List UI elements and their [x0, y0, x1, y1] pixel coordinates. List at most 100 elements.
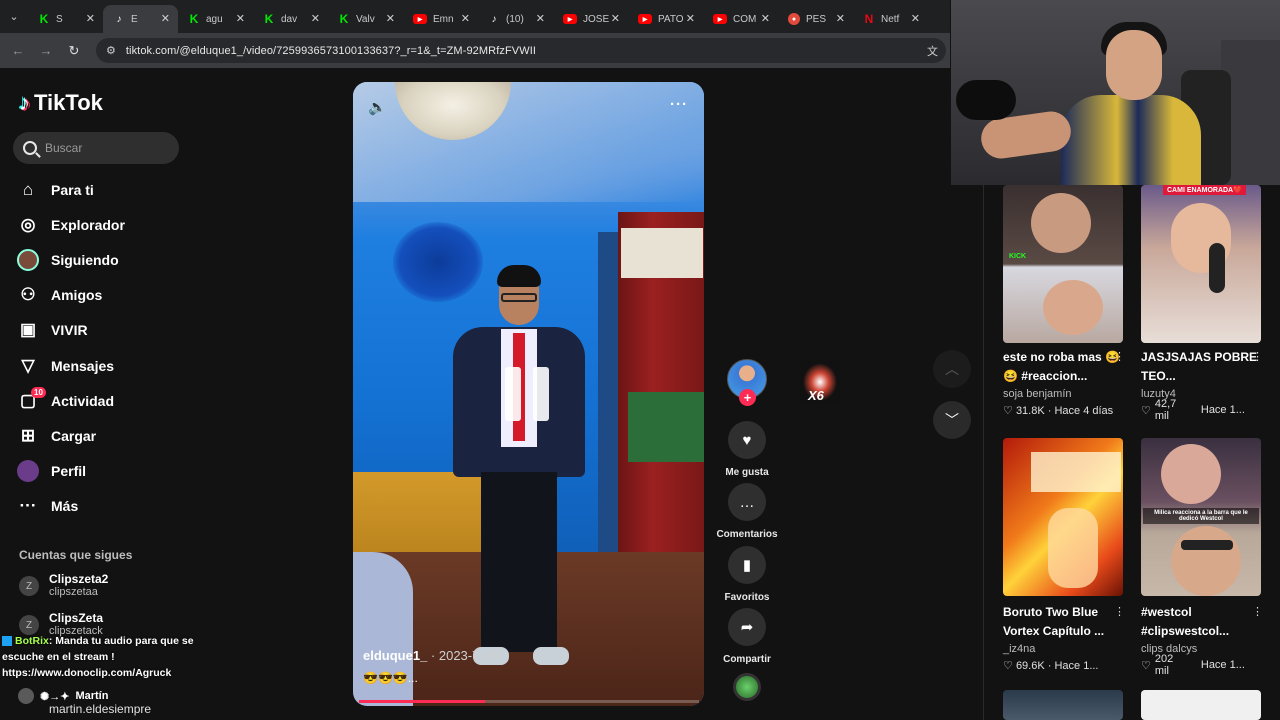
- chat-link: https://www.donoclip.com/Agruck: [2, 667, 172, 679]
- translate-icon[interactable]: 文: [927, 43, 938, 59]
- browser-tab[interactable]: N Netf ✕: [853, 5, 928, 33]
- pes-icon: ●: [788, 13, 800, 25]
- video-thumbnail[interactable]: [1141, 690, 1261, 720]
- video-thumbnail[interactable]: CAMI ENAMORADA❤️: [1141, 185, 1261, 343]
- screen: ⌄ K S ✕ ♪ E ✕ Kagu ✕ Kdav ✕ K Valv ✕ ▶ Emn ✕ ♪ (10)…: [0, 0, 1280, 720]
- youtube-icon: ▶: [713, 14, 727, 24]
- search-box[interactable]: [13, 132, 179, 164]
- close-icon[interactable]: ✕: [836, 12, 845, 25]
- browser-tab-active[interactable]: ♪ E ✕: [103, 5, 178, 33]
- close-icon[interactable]: ✕: [536, 12, 545, 25]
- video-user[interactable]: _iz4na: [1003, 643, 1035, 655]
- video-user[interactable]: soja benjamín: [1003, 388, 1072, 400]
- video-title[interactable]: este no roba mas 😆😆 #reaccion...: [1003, 348, 1121, 386]
- browser-tab[interactable]: K S ✕: [28, 5, 103, 33]
- close-icon[interactable]: ✕: [911, 12, 920, 25]
- youtube-icon: ▶: [413, 14, 427, 24]
- video-player[interactable]: 🔈 ··· elduque1_ · 2023-7-25 😎😎😎...: [353, 82, 704, 706]
- video-title[interactable]: Boruto Two Blue Vortex Capítulo ...: [1003, 603, 1121, 641]
- like-button[interactable]: ♥ Me gusta: [718, 421, 776, 478]
- comments-button[interactable]: … Comentarios: [716, 483, 778, 540]
- nav-item-vivir[interactable]: ▣ VIVIR: [17, 313, 187, 348]
- close-icon[interactable]: ✕: [236, 12, 245, 25]
- browser-toolbar: ← → ↻ ⚙ tiktok.com/@elduque1_/video/7259…: [0, 33, 950, 68]
- browser-tab[interactable]: ♪ (10) ✕: [478, 5, 553, 33]
- browser-tab[interactable]: ▶ Emn ✕: [403, 5, 478, 33]
- close-icon[interactable]: ✕: [161, 12, 170, 25]
- music-disc-icon[interactable]: [733, 673, 761, 701]
- browser-tab[interactable]: ▶ PATO ✕: [628, 5, 703, 33]
- volume-icon[interactable]: 🔈: [368, 98, 387, 116]
- previous-video-button[interactable]: ︿: [933, 350, 971, 388]
- close-icon[interactable]: ✕: [461, 12, 470, 25]
- back-icon[interactable]: ←: [4, 43, 32, 58]
- youtube-icon: ▶: [638, 14, 652, 24]
- video-thumbnail[interactable]: [1003, 690, 1123, 720]
- next-video-button[interactable]: ﹀: [933, 401, 971, 439]
- comment-icon: …: [728, 483, 766, 521]
- bookmark-icon: ▮: [728, 546, 766, 584]
- nav-item-mensajes[interactable]: ▽ Mensajes: [17, 348, 187, 383]
- following-avatar: [17, 248, 39, 271]
- close-icon[interactable]: ✕: [311, 12, 320, 25]
- more-vertical-icon[interactable]: ⋮: [1252, 350, 1263, 363]
- tiktok-icon: ♪: [491, 13, 497, 25]
- site-info-icon[interactable]: ⚙: [106, 44, 116, 57]
- nav-item-cargar[interactable]: ⊞ Cargar: [17, 418, 187, 453]
- nav-item-explorador[interactable]: ◎ Explorador: [17, 207, 187, 242]
- nav-item-siguiendo[interactable]: Siguiendo: [17, 242, 187, 277]
- tab-search-button[interactable]: ⌄: [0, 0, 28, 33]
- url-text: tiktok.com/@elduque1_/video/725993657310…: [125, 44, 537, 57]
- more-vertical-icon[interactable]: ⋮: [1114, 350, 1125, 363]
- more-options-icon[interactable]: ···: [670, 96, 688, 113]
- nav-item-mas[interactable]: ··· Más: [17, 489, 187, 524]
- browser-tab[interactable]: ● PES ✕: [778, 5, 853, 33]
- close-icon[interactable]: ✕: [611, 12, 620, 25]
- nav-item-actividad[interactable]: ▢ 10 Actividad: [17, 383, 187, 418]
- close-icon[interactable]: ✕: [686, 12, 695, 25]
- video-thumbnail[interactable]: KICK: [1003, 185, 1123, 343]
- close-icon[interactable]: ✕: [761, 12, 770, 25]
- video-thumbnail[interactable]: [1003, 438, 1123, 596]
- video-progress-bar[interactable]: [359, 700, 699, 703]
- browser-tab[interactable]: Kagu ✕: [178, 5, 253, 33]
- video-author[interactable]: elduque1_: [363, 648, 427, 663]
- more-vertical-icon[interactable]: ⋮: [1114, 605, 1125, 618]
- share-button[interactable]: ➦ Compartir: [718, 608, 776, 665]
- reload-icon[interactable]: ↻: [60, 43, 88, 59]
- tiktok-icon: ♪: [116, 13, 122, 25]
- nav-item-amigos[interactable]: ⚇ Amigos: [17, 278, 187, 313]
- browser-tab[interactable]: ▶ JOSE ✕: [553, 5, 628, 33]
- video-title[interactable]: JASJSAJAS POBRE TEO...: [1141, 348, 1259, 386]
- follow-plus-icon[interactable]: +: [739, 389, 756, 406]
- video-title[interactable]: #westcol #clipswestcol...: [1141, 603, 1259, 641]
- stream-chat-overlay: BotRix: Manda tu audio para que se escuc…: [2, 633, 222, 681]
- search-input[interactable]: [45, 141, 165, 155]
- live-tv-icon: ▣: [19, 320, 37, 340]
- close-icon[interactable]: ✕: [86, 12, 95, 25]
- favorites-button[interactable]: ▮ Favoritos: [718, 546, 776, 603]
- video-thumbnail[interactable]: Milica reacciona a la barra que le dedic…: [1141, 438, 1261, 596]
- nav-item-para-ti[interactable]: ⌂ Para ti: [17, 172, 187, 207]
- forward-icon[interactable]: →: [32, 43, 60, 58]
- browser-tab[interactable]: Kdav ✕: [253, 5, 328, 33]
- address-bar[interactable]: ⚙ tiktok.com/@elduque1_/video/7259936573…: [96, 38, 946, 63]
- account-avatar: Z: [19, 576, 39, 596]
- streamer-webcam: [951, 0, 1280, 185]
- more-vertical-icon[interactable]: ⋮: [1252, 605, 1263, 618]
- close-icon[interactable]: ✕: [386, 12, 395, 25]
- video-meta: elduque1_ · 2023-7-25 😎😎😎...: [363, 648, 499, 685]
- tiktok-logo[interactable]: ♪ TikTok: [19, 90, 103, 116]
- chat-platform-icon: [2, 636, 12, 647]
- browser-tab[interactable]: K Valv ✕: [328, 5, 403, 33]
- video-stats: ♡ 31.8K · Hace 4 días: [1003, 405, 1114, 417]
- pause-icon[interactable]: [505, 367, 553, 421]
- nav-item-perfil[interactable]: Perfil: [17, 454, 187, 489]
- heart-outline-icon: ♡: [1003, 405, 1013, 417]
- following-account[interactable]: Z Clipszeta2 clipszetaa: [19, 573, 179, 599]
- account-avatar: Z: [19, 615, 39, 635]
- microphone-icon: [956, 80, 1016, 120]
- browser-tab[interactable]: ▶ COM ✕: [703, 5, 778, 33]
- notification-badge: 10: [31, 387, 46, 399]
- home-icon: ⌂: [22, 179, 34, 199]
